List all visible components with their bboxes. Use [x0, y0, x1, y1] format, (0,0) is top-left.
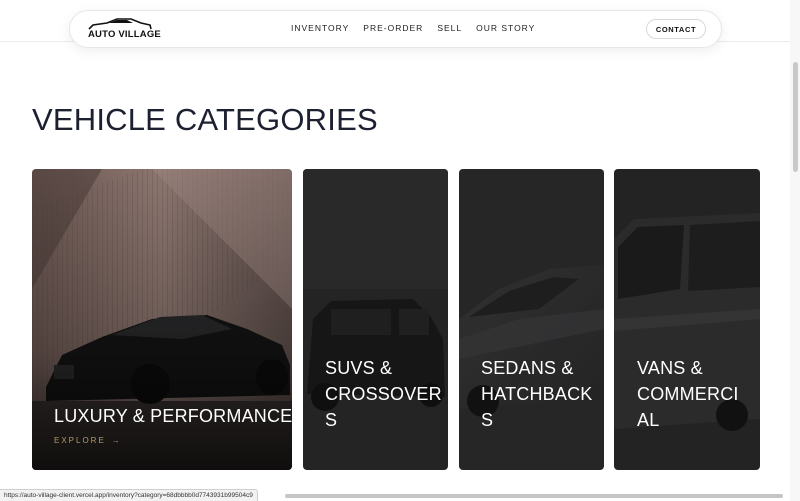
section-title: VEHICLE CATEGORIES — [32, 102, 378, 137]
category-label-vans: VANS & COMMERCI AL — [637, 355, 739, 433]
nav-our-story[interactable]: OUR STORY — [476, 23, 535, 33]
horizontal-scrollbar[interactable] — [285, 494, 783, 498]
navbar: AUTO VILLAGE INVENTORY PRE-ORDER SELL OU… — [69, 10, 722, 48]
status-bar-url: https://auto-village-client.vercel.app/i… — [0, 489, 258, 501]
label-line: SUVS & — [325, 358, 393, 378]
category-label-suvs: SUVS & CROSSOVER S — [325, 355, 442, 433]
arrow-right-icon: → — [111, 436, 120, 445]
label-line: SEDANS & — [481, 358, 574, 378]
nav-pre-order[interactable]: PRE-ORDER — [363, 23, 423, 33]
category-card-luxury[interactable]: LUXURY & PERFORMANCE EXPLORE → — [32, 169, 292, 470]
logo[interactable]: AUTO VILLAGE — [87, 17, 161, 43]
category-label-sedans: SEDANS & HATCHBACK S — [481, 355, 592, 433]
scrollbar-thumb[interactable] — [793, 62, 798, 172]
category-label-luxury: LUXURY & PERFORMANCE — [54, 406, 292, 426]
nav-links: INVENTORY PRE-ORDER SELL OUR STORY — [291, 23, 535, 33]
category-card-suvs[interactable]: SUVS & CROSSOVER S — [303, 169, 448, 470]
label-line: VANS & — [637, 358, 703, 378]
contact-button[interactable]: CONTACT — [646, 19, 706, 39]
category-card-sedans[interactable]: SEDANS & HATCHBACK S — [459, 169, 604, 470]
category-card-vans[interactable]: VANS & COMMERCI AL — [614, 169, 760, 470]
label-line: S — [481, 410, 494, 430]
label-line: COMMERCI — [637, 384, 739, 404]
label-line: AL — [637, 410, 660, 430]
logo-text: AUTO VILLAGE — [88, 29, 161, 40]
explore-label: EXPLORE — [54, 436, 106, 445]
label-line: HATCHBACK — [481, 384, 593, 404]
page: AUTO VILLAGE INVENTORY PRE-ORDER SELL OU… — [0, 0, 800, 501]
nav-inventory[interactable]: INVENTORY — [291, 23, 349, 33]
label-line: S — [325, 410, 338, 430]
nav-sell[interactable]: SELL — [437, 23, 462, 33]
explore-link[interactable]: EXPLORE → — [54, 436, 120, 445]
label-line: CROSSOVER — [325, 384, 442, 404]
